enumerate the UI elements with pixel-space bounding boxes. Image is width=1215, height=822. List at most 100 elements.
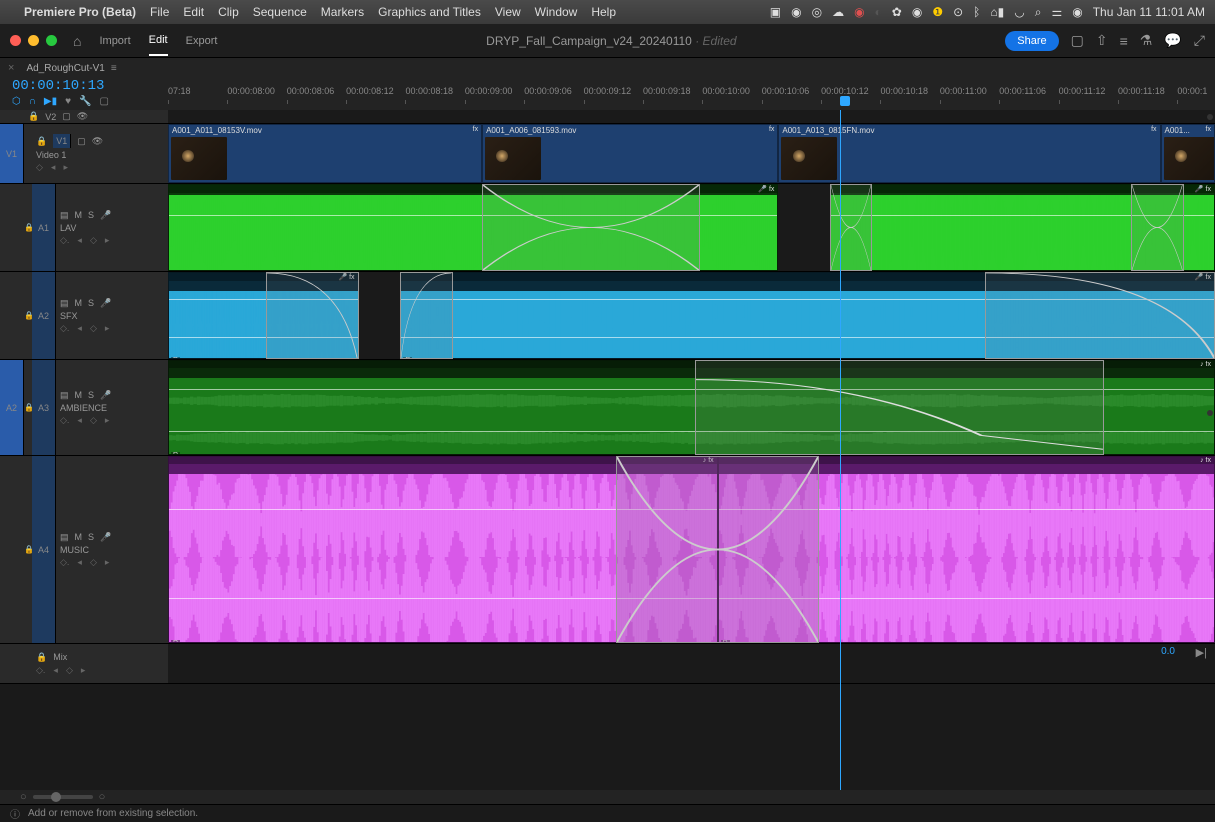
lock-icon[interactable]: 🔒 — [36, 652, 47, 663]
panel-menu-icon[interactable]: ≡ — [111, 63, 117, 74]
prev-kf-icon[interactable]: ◂ — [77, 235, 82, 246]
expand-icon[interactable]: ▤ — [60, 532, 69, 543]
quick-export-icon[interactable]: ▢ — [1071, 32, 1084, 49]
video-clip[interactable]: A001_A013_0815FN.movfx — [778, 124, 1160, 183]
keyframe-icon[interactable]: ◇. — [36, 665, 45, 676]
prev-kf-icon[interactable]: ◂ — [77, 557, 82, 568]
tray-icon[interactable]: ⊙ — [953, 5, 963, 19]
track-lane-a2[interactable]: 🎤 fx L R 🎤 fx L R — [168, 272, 1215, 359]
wifi-icon[interactable]: ◡ — [1014, 5, 1024, 19]
crossfade[interactable] — [400, 272, 452, 359]
clock[interactable]: Thu Jan 11 11:01 AM — [1093, 5, 1205, 19]
tray-icon[interactable]: ◉ — [791, 5, 801, 19]
close-button[interactable] — [10, 35, 21, 46]
maximize-button[interactable] — [46, 35, 57, 46]
track-patch-a1[interactable]: A1 — [32, 184, 56, 271]
wrench-icon[interactable]: 🔧 — [79, 96, 91, 107]
track-lane-mix[interactable]: ▶| 0.0 — [168, 644, 1215, 683]
menu-sequence[interactable]: Sequence — [253, 5, 307, 19]
crossfade[interactable] — [616, 456, 819, 643]
prev-kf-icon[interactable]: ◂ — [51, 162, 56, 173]
tray-notification-icon[interactable]: ❶ — [932, 5, 943, 19]
menu-file[interactable]: File — [150, 5, 169, 19]
menu-graphics[interactable]: Graphics and Titles — [378, 5, 481, 19]
mute-button[interactable]: M — [75, 298, 83, 308]
track-lane-v1[interactable]: A001_A011_08153V.movfxA001_A006_081593.m… — [168, 124, 1215, 183]
playhead[interactable] — [840, 110, 841, 790]
control-center-icon[interactable]: ⚌ — [1051, 5, 1062, 19]
battery-icon[interactable]: ⌂▮ — [990, 5, 1004, 19]
menu-edit[interactable]: Edit — [183, 5, 204, 19]
video-clip[interactable]: A001_A006_081593.movfx — [482, 124, 778, 183]
mute-button[interactable]: M — [75, 390, 83, 400]
zoom-in-icon[interactable]: ○ — [99, 791, 106, 803]
expand-icon[interactable]: ▤ — [60, 298, 69, 309]
next-kf-icon[interactable]: ▸ — [105, 235, 110, 246]
tray-icon[interactable]: ◎ — [812, 5, 822, 19]
flask-icon[interactable]: ⚗ — [1140, 32, 1153, 49]
upload-icon[interactable]: ⇧ — [1096, 32, 1108, 49]
marker-icon[interactable]: ▶▮ — [44, 96, 57, 107]
eye-icon[interactable]: 👁 — [92, 136, 103, 147]
next-kf-icon[interactable]: ▸ — [105, 557, 110, 568]
track-patch-v2[interactable]: V2 — [45, 112, 56, 122]
playhead-marker[interactable] — [840, 96, 850, 106]
mute-button[interactable]: M — [75, 210, 83, 220]
tray-icon[interactable]: ▣ — [770, 5, 781, 19]
tab-export[interactable]: Export — [186, 27, 218, 55]
track-lane-a1[interactable]: 🎤 fx🎤 fx — [168, 184, 1215, 271]
source-patch-a2[interactable]: A2 — [0, 360, 24, 455]
prev-kf-icon[interactable]: ◂ — [77, 323, 82, 334]
comment-icon[interactable]: 💬 — [1164, 32, 1181, 49]
voiceover-icon[interactable]: 🎤 — [100, 390, 111, 401]
tab-edit[interactable]: Edit — [149, 26, 168, 56]
voiceover-icon[interactable]: 🎤 — [100, 210, 111, 221]
track-lane-a3[interactable]: ♪ fx L R — [168, 360, 1215, 455]
goto-end-icon[interactable]: ▶| — [1196, 646, 1207, 659]
source-patch-v1[interactable]: V1 — [0, 124, 24, 183]
track-patch-a4[interactable]: A4 — [32, 456, 56, 643]
list-icon[interactable]: ≡ — [1120, 33, 1128, 49]
time-ruler[interactable]: 07:1800:00:08:0000:00:08:0600:00:08:1200… — [168, 78, 1207, 110]
share-button[interactable]: Share — [1005, 31, 1058, 51]
solo-button[interactable]: S — [88, 298, 94, 308]
solo-button[interactable]: S — [88, 390, 94, 400]
menu-markers[interactable]: Markers — [321, 5, 364, 19]
siri-icon[interactable]: ◉ — [1072, 5, 1082, 19]
close-seq-icon[interactable]: × — [8, 62, 14, 74]
scrollbar[interactable] — [1207, 114, 1213, 120]
track-patch-a2[interactable]: A2 — [32, 272, 56, 359]
crossfade[interactable] — [482, 184, 700, 271]
next-kf-icon[interactable]: ▸ — [63, 162, 68, 173]
tray-cc-icon[interactable]: ☁ — [832, 5, 844, 19]
tab-import[interactable]: Import — [99, 27, 130, 55]
next-kf-icon[interactable]: ▸ — [105, 323, 110, 334]
track-lane-v2[interactable] — [168, 110, 1215, 123]
crossfade[interactable] — [985, 272, 1215, 359]
sequence-tab[interactable]: Ad_RoughCut-V1 ≡ — [18, 61, 124, 76]
prev-kf-icon[interactable]: ◂ — [77, 415, 82, 426]
app-name[interactable]: Premiere Pro (Beta) — [24, 5, 136, 19]
bluetooth-icon[interactable]: ᛒ — [973, 5, 980, 19]
video-clip[interactable]: A001...fx — [1161, 124, 1215, 183]
tray-icon[interactable]: ✿ — [892, 5, 902, 19]
eye-icon[interactable]: 👁 — [77, 111, 88, 122]
playhead-timecode[interactable]: 00:00:10:13 — [12, 78, 104, 94]
voiceover-icon[interactable]: 🎤 — [100, 532, 111, 543]
crossfade[interactable] — [830, 184, 872, 271]
lock-icon[interactable]: 🔒 — [36, 136, 47, 147]
scrollbar[interactable] — [1207, 410, 1213, 416]
minimize-button[interactable] — [28, 35, 39, 46]
keyframe-icon[interactable]: ◇. — [60, 235, 69, 246]
voiceover-icon[interactable]: 🎤 — [100, 298, 111, 309]
track-patch-v1[interactable]: V1 — [53, 134, 71, 148]
search-icon[interactable]: ⌕ — [1035, 5, 1042, 20]
zoom-out-icon[interactable]: ○ — [20, 791, 27, 803]
crossfade[interactable] — [1131, 184, 1183, 271]
keyframe-icon[interactable]: ◇. — [60, 415, 69, 426]
crossfade[interactable] — [266, 272, 358, 359]
menu-clip[interactable]: Clip — [218, 5, 239, 19]
mute-button[interactable]: M — [75, 532, 83, 542]
output-icon[interactable]: ▢ — [77, 136, 86, 147]
keyframe-icon[interactable]: ◇ — [36, 162, 43, 173]
